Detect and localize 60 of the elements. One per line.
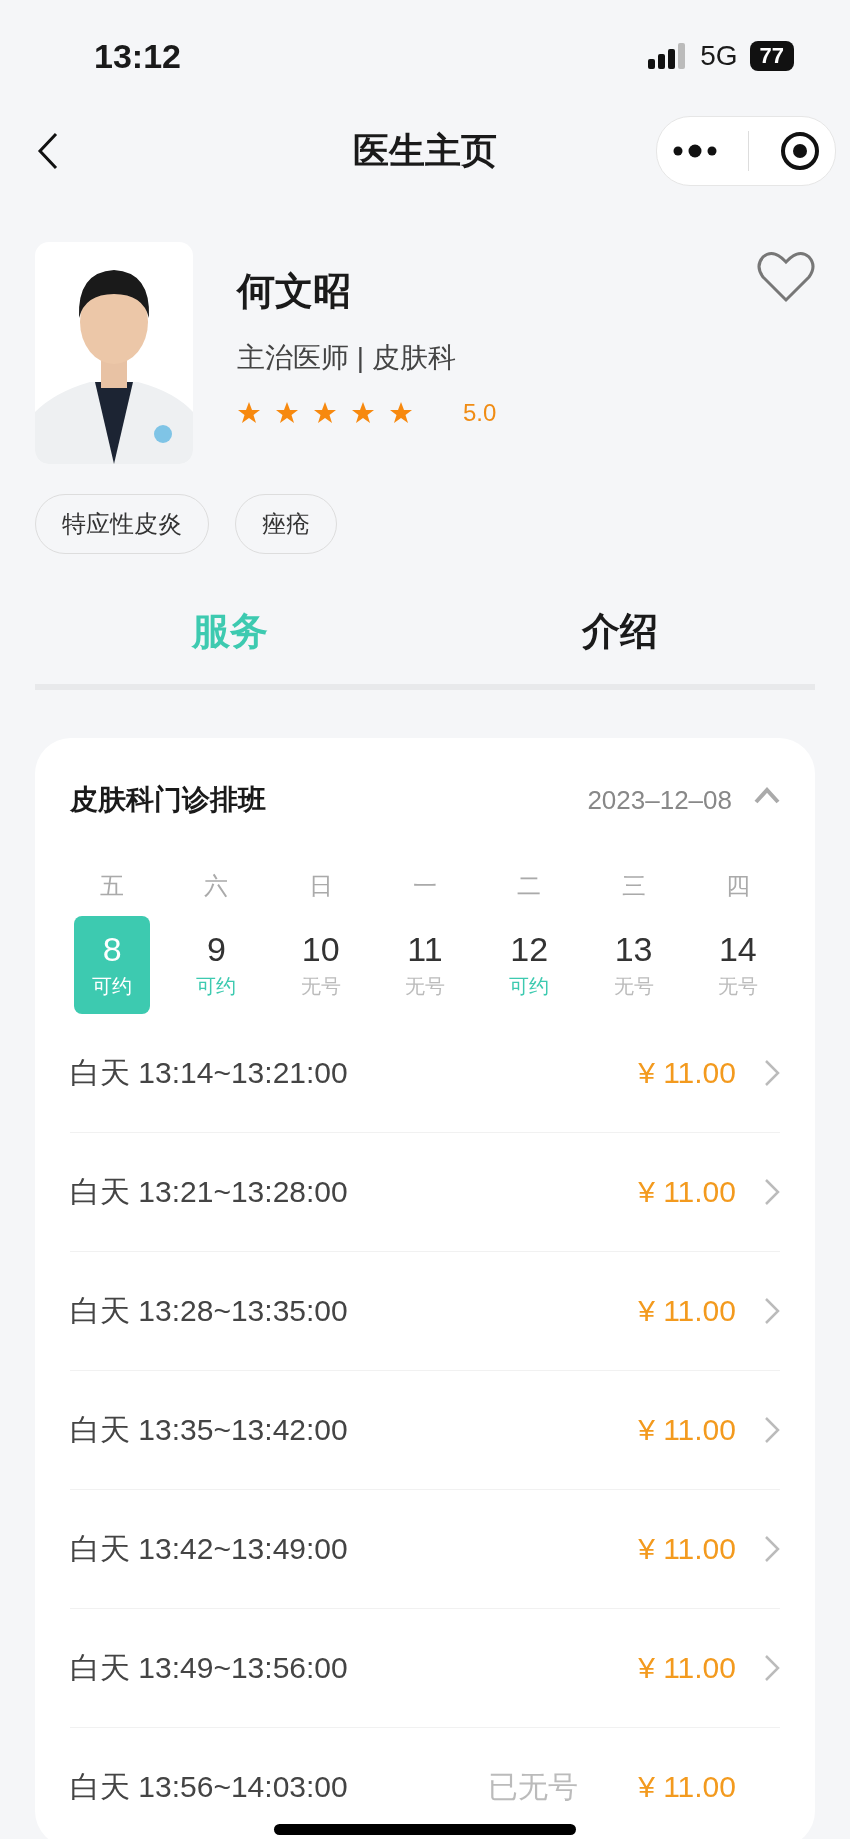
schedule-title: 皮肤科门诊排班 <box>70 783 266 817</box>
slot-time: 白天 13:35~13:42:00 <box>70 1411 348 1448</box>
network-label: 5G <box>700 40 738 72</box>
star-icon <box>351 401 375 425</box>
date-cell[interactable]: 9 可约 <box>178 916 255 1014</box>
chevron-icon <box>764 1416 780 1444</box>
chevron-icon <box>764 1535 780 1563</box>
specialty-tag[interactable]: 痤疮 <box>235 494 337 554</box>
slot-time: 白天 13:14~13:21:00 <box>70 1054 348 1091</box>
slot-price: ¥ 11.00 <box>638 1175 736 1209</box>
slot-price: ¥ 11.00 <box>638 1532 736 1566</box>
slot-price: ¥ 11.00 <box>638 1413 736 1447</box>
doctor-name: 何文昭 <box>237 269 352 314</box>
time-slot-row[interactable]: 白天 13:35~13:42:00 ¥ 11.00 <box>70 1371 780 1490</box>
star-icon <box>313 401 337 425</box>
slot-time: 白天 13:49~13:56:00 <box>70 1649 348 1686</box>
more-icon[interactable] <box>672 144 717 158</box>
slot-time: 白天 13:28~13:35:00 <box>70 1292 348 1329</box>
star-icon <box>275 401 299 425</box>
time-slot-row[interactable]: 白天 13:49~13:56:00 ¥ 11.00 <box>70 1609 780 1728</box>
weekday-label: 三 <box>621 871 646 901</box>
time-slot-row[interactable]: 白天 13:21~13:28:00 ¥ 11.00 <box>70 1133 780 1252</box>
page-title: 医生主页 <box>353 129 497 171</box>
schedule-date: 2023–12–08 <box>587 784 732 816</box>
date-cell[interactable]: 12 可约 <box>491 916 568 1014</box>
slot-price: ¥ 11.00 <box>638 1651 736 1685</box>
heart-icon[interactable] <box>757 250 815 304</box>
chevron-icon <box>764 1178 780 1206</box>
rating-value: 5.0 <box>463 399 497 427</box>
slot-status: 已无号 <box>488 1768 579 1805</box>
star-icon <box>389 401 413 425</box>
time-slot-row[interactable]: 白天 13:42~13:49:00 ¥ 11.00 <box>70 1490 780 1609</box>
weekday-label: 二 <box>517 871 542 901</box>
date-cell[interactable]: 11 无号 <box>387 916 463 1014</box>
time-slot-row[interactable]: 白天 13:28~13:35:00 ¥ 11.00 <box>70 1252 780 1371</box>
specialty-tag[interactable]: 特应性皮炎 <box>35 494 209 554</box>
time-slot-row[interactable]: 白天 13:14~13:21:00 ¥ 11.00 <box>70 1014 780 1133</box>
battery-icon: 77 <box>749 41 794 71</box>
slot-price: ¥ 11.00 <box>638 1770 736 1804</box>
slot-time: 白天 13:56~14:03:00 <box>70 1768 348 1805</box>
slot-time: 白天 13:21~13:28:00 <box>70 1173 348 1210</box>
date-cell[interactable]: 10 无号 <box>282 916 359 1014</box>
tab[interactable]: 介绍 <box>425 606 815 684</box>
back-icon[interactable] <box>36 131 60 171</box>
chevron-icon <box>764 1059 780 1087</box>
weekday-label: 四 <box>725 871 750 901</box>
weekday-label: 一 <box>413 871 437 901</box>
chevron-icon <box>764 1654 780 1682</box>
weekday-label: 六 <box>204 871 229 901</box>
date-cell[interactable]: 13 无号 <box>595 916 672 1014</box>
slot-time: 白天 13:42~13:49:00 <box>70 1530 348 1567</box>
chevron-icon <box>764 1297 780 1325</box>
status-time: 13:12 <box>94 36 181 76</box>
slot-price: ¥ 11.00 <box>638 1294 736 1328</box>
star-icon <box>237 401 261 425</box>
doctor-title: 主治医师 | 皮肤科 <box>237 341 457 375</box>
slot-price: ¥ 11.00 <box>638 1056 736 1090</box>
weekday-label: 日 <box>308 871 333 901</box>
date-cell[interactable]: 14 无号 <box>699 916 776 1014</box>
weekday-label: 五 <box>100 871 125 901</box>
